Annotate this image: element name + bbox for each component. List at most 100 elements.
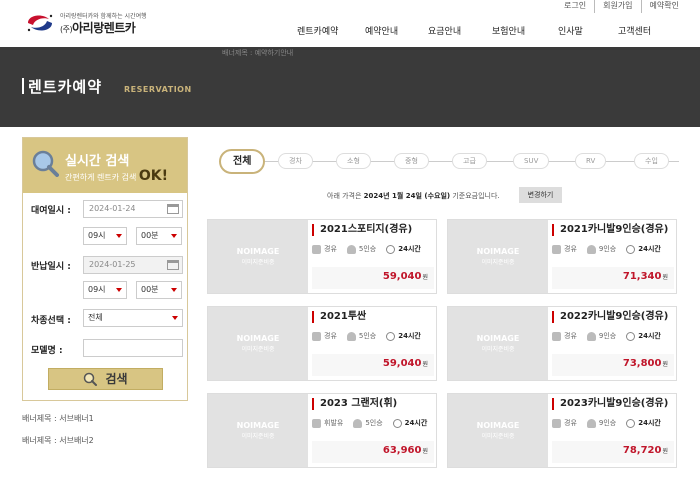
search-icon xyxy=(84,372,98,386)
model-label: 모델명 : xyxy=(31,346,63,356)
hours-spec: 24시간 xyxy=(626,331,661,341)
car-name[interactable]: 2023 그랜저(휘) xyxy=(312,398,397,410)
clock-icon xyxy=(626,244,636,254)
side-banner-2[interactable]: 배너제목 : 서브배너2 xyxy=(22,435,94,446)
chevron-down-icon xyxy=(171,288,177,292)
tab-midsize[interactable]: 중형 xyxy=(394,153,429,169)
nav-insurance[interactable]: 보험안내 xyxy=(492,24,525,37)
login-link[interactable]: 로그인 xyxy=(556,0,594,13)
price-box: 63,960원 xyxy=(312,441,434,463)
price-box: 59,040원 xyxy=(312,354,434,376)
clock-icon xyxy=(626,331,636,341)
reservation-check-link[interactable]: 예약확인 xyxy=(640,0,687,13)
return-hour-select[interactable]: 09시 xyxy=(83,281,127,299)
person-icon xyxy=(586,418,596,428)
hours-spec: 24시간 xyxy=(626,244,661,254)
side-banner-1[interactable]: 배너제목 : 서브배너1 xyxy=(22,413,94,424)
change-date-button[interactable]: 변경하기 xyxy=(519,187,562,203)
car-name[interactable]: 2021투싼 xyxy=(312,311,366,323)
car-card[interactable]: NOIMAGE 이미지준비중 2021카니발9인승(경유) 경유 9인승 24시간 71,3… xyxy=(447,219,677,294)
tab-all[interactable]: 전체 xyxy=(219,149,266,174)
car-price: 78,720원 xyxy=(622,445,668,456)
search-button[interactable]: 검색 xyxy=(48,368,163,390)
car-image-placeholder[interactable]: NOIMAGE 이미지준비중 xyxy=(208,394,308,467)
calendar-icon[interactable] xyxy=(167,260,179,270)
car-type-select[interactable]: 전체 xyxy=(83,309,183,327)
pickup-hour-select[interactable]: 09시 xyxy=(83,227,127,245)
calendar-icon[interactable] xyxy=(167,204,179,214)
car-image-placeholder[interactable]: NOIMAGE 이미지준비중 xyxy=(208,220,308,293)
price-box: 73,800원 xyxy=(552,354,674,376)
logo-icon[interactable] xyxy=(25,11,55,35)
car-specs: 경유 9인승 24시간 xyxy=(552,418,671,428)
pickup-date-field[interactable]: 2024-01-24 xyxy=(83,200,183,218)
fuel-spec: 휘발유 xyxy=(312,418,343,428)
utility-links: 로그인 회원가입 예약확인 xyxy=(556,0,687,13)
tab-imported[interactable]: 수입 xyxy=(634,153,669,169)
tab-compact[interactable]: 경차 xyxy=(278,153,313,169)
page-title: 렌트카예약 xyxy=(28,78,103,96)
tab-rv[interactable]: RV xyxy=(575,153,607,169)
car-name[interactable]: 2023카니발9인승(경유) xyxy=(552,398,668,410)
nav-customer-center[interactable]: 고객센터 xyxy=(618,24,651,37)
car-specs: 경유 5인승 24시간 xyxy=(312,244,431,254)
car-card[interactable]: NOIMAGE 이미지준비중 2021투싼경유 5인승 24시간 59,040원 xyxy=(207,306,437,381)
nav-reservation[interactable]: 렌트카예약 xyxy=(297,24,338,37)
fuel-pump-icon xyxy=(312,418,321,428)
clock-icon xyxy=(392,418,402,428)
fuel-spec: 경유 xyxy=(312,244,337,254)
seats-spec: 5인승 xyxy=(346,331,376,341)
logo-name[interactable]: (주)아리랑렌트카 xyxy=(60,19,136,36)
car-price: 73,800원 xyxy=(622,358,668,369)
fuel-spec: 경유 xyxy=(552,418,577,428)
car-name[interactable]: 2021스포티지(경유) xyxy=(312,224,412,236)
fuel-pump-icon xyxy=(312,244,321,254)
tab-small[interactable]: 소형 xyxy=(336,153,371,169)
person-icon xyxy=(586,331,596,341)
price-box: 59,040원 xyxy=(312,267,434,289)
car-image-placeholder[interactable]: NOIMAGE 이미지준비중 xyxy=(448,220,548,293)
submenu-bar: 배너제목 : 예약하기안내 xyxy=(0,47,700,59)
rate-notice: 아래 가격은 2024년 1월 24일 (수요일) 기준요금입니다. xyxy=(327,192,500,200)
car-card[interactable]: NOIMAGE 이미지준비중 2023 그랜저(휘) 휘발유 5인승 24시간 63,960… xyxy=(207,393,437,468)
pickup-label: 대여일시 : xyxy=(31,206,71,216)
chevron-down-icon xyxy=(172,316,178,320)
car-specs: 휘발유 5인승 24시간 xyxy=(312,418,437,428)
return-label: 반납일시 : xyxy=(31,262,71,272)
page-subtitle: RESERVATION xyxy=(124,85,192,94)
return-date-field[interactable]: 2024-01-25 xyxy=(83,256,183,274)
car-specs: 경유 9인승 24시간 xyxy=(552,244,671,254)
fuel-spec: 경유 xyxy=(552,331,577,341)
nav-greeting[interactable]: 인사말 xyxy=(558,24,583,37)
hours-spec: 24시간 xyxy=(386,244,421,254)
page-banner: 렌트카예약 RESERVATION xyxy=(0,59,700,127)
car-specs: 경유 5인승 24시간 xyxy=(312,331,431,341)
seats-spec: 9인승 xyxy=(586,418,616,428)
nav-reservation-guide[interactable]: 예약안내 xyxy=(365,24,398,37)
nav-rates[interactable]: 요금안내 xyxy=(428,24,461,37)
person-icon xyxy=(346,244,356,254)
car-name[interactable]: 2021카니발9인승(경유) xyxy=(552,224,668,236)
car-image-placeholder[interactable]: NOIMAGE 이미지준비중 xyxy=(208,307,308,380)
pickup-minute-select[interactable]: 00분 xyxy=(136,227,182,245)
car-image-placeholder[interactable]: NOIMAGE 이미지준비중 xyxy=(448,307,548,380)
price-box: 71,340원 xyxy=(552,267,674,289)
model-input[interactable] xyxy=(83,339,183,357)
chevron-down-icon xyxy=(171,234,177,238)
car-card[interactable]: NOIMAGE 이미지준비중 2023카니발9인승(경유) 경유 9인승 24시간 78,7… xyxy=(447,393,677,468)
hours-spec: 24시간 xyxy=(626,418,661,428)
car-name[interactable]: 2022카니발9인승(경유) xyxy=(552,311,668,323)
fuel-pump-icon xyxy=(312,331,321,341)
title-bar xyxy=(22,78,24,94)
search-panel: 실시간 검색 간편하게 렌트카 검색 OK! 대여일시 : 2024-01-24… xyxy=(22,137,188,401)
seats-spec: 5인승 xyxy=(346,244,376,254)
return-minute-select[interactable]: 00분 xyxy=(136,281,182,299)
car-image-placeholder[interactable]: NOIMAGE 이미지준비중 xyxy=(448,394,548,467)
tab-suv[interactable]: SUV xyxy=(513,153,550,169)
tab-luxury[interactable]: 고급 xyxy=(452,153,487,169)
search-header: 실시간 검색 간편하게 렌트카 검색 OK! xyxy=(23,138,187,193)
fuel-pump-icon xyxy=(552,418,561,428)
signup-link[interactable]: 회원가입 xyxy=(594,0,640,13)
car-card[interactable]: NOIMAGE 이미지준비중 2022카니발9인승(경유) 경유 9인승 24시간 73,8… xyxy=(447,306,677,381)
car-card[interactable]: NOIMAGE 이미지준비중 2021스포티지(경유) 경유 5인승 24시간 59,040… xyxy=(207,219,437,294)
